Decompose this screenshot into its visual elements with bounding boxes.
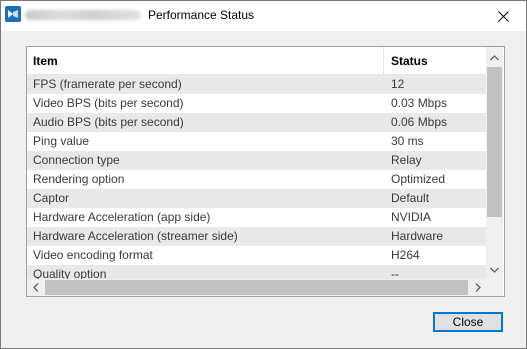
chevron-down-icon xyxy=(490,267,499,273)
row-status: Relay xyxy=(391,153,422,167)
column-header-item[interactable]: Item xyxy=(33,47,58,74)
close-button[interactable]: Close xyxy=(433,312,503,332)
row-item: Audio BPS (bits per second) xyxy=(33,115,184,129)
horizontal-scrollbar[interactable] xyxy=(27,279,486,296)
performance-status-dialog: Performance Status Item Status FPS (fram… xyxy=(0,0,527,349)
table-row[interactable]: Captor Default xyxy=(27,189,486,208)
row-status: Optimized xyxy=(391,172,446,186)
list-rows: FPS (framerate per second) 12 Video BPS (… xyxy=(27,75,486,279)
app-logo-icon xyxy=(5,6,21,22)
row-status: Default xyxy=(391,191,430,205)
scroll-down-button[interactable] xyxy=(486,261,503,278)
row-status: 0.06 Mbps xyxy=(391,115,448,129)
horizontal-scroll-thumb[interactable] xyxy=(45,280,468,295)
row-status: NVIDIA xyxy=(391,210,432,224)
table-row[interactable]: Hardware Acceleration (streamer side) Har… xyxy=(27,227,486,246)
vertical-scrollbar[interactable] xyxy=(486,47,503,279)
scroll-right-button[interactable] xyxy=(469,279,486,296)
window-close-button[interactable] xyxy=(481,1,526,31)
chevron-right-icon xyxy=(475,283,481,292)
scrollbar-corner xyxy=(486,279,503,296)
table-row[interactable]: Video encoding format H264 xyxy=(27,246,486,265)
row-status: -- xyxy=(391,267,399,279)
table-row[interactable]: Video BPS (bits per second) 0.03 Mbps xyxy=(27,94,486,113)
table-row[interactable]: Rendering option Optimized xyxy=(27,170,486,189)
row-item: FPS (framerate per second) xyxy=(33,77,182,91)
table-row[interactable]: FPS (framerate per second) 12 xyxy=(27,75,486,94)
row-status: 0.03 Mbps xyxy=(391,96,448,110)
row-item: Video encoding format xyxy=(33,248,153,262)
row-item: Captor xyxy=(33,191,70,205)
table-row[interactable]: Ping value 30 ms xyxy=(27,132,486,151)
table-row[interactable]: Quality option -- xyxy=(27,265,486,279)
list-header: Item Status xyxy=(27,47,486,75)
column-header-status[interactable]: Status xyxy=(391,47,428,74)
scroll-left-button[interactable] xyxy=(27,279,44,296)
chevron-up-icon xyxy=(490,54,499,60)
row-item: Ping value xyxy=(33,134,90,148)
row-status: 30 ms xyxy=(391,134,424,148)
chevron-left-icon xyxy=(32,283,38,292)
row-item: Video BPS (bits per second) xyxy=(33,96,184,110)
row-status: H264 xyxy=(391,248,420,262)
row-status: Hardware xyxy=(391,229,444,243)
row-item: Connection type xyxy=(33,153,120,167)
scroll-up-button[interactable] xyxy=(486,49,503,66)
column-divider[interactable] xyxy=(383,47,384,74)
vertical-scroll-thumb[interactable] xyxy=(487,67,502,217)
row-status: 12 xyxy=(391,77,405,91)
close-icon xyxy=(498,10,509,22)
table-row[interactable]: Audio BPS (bits per second) 0.06 Mbps xyxy=(27,113,486,132)
title-bar[interactable]: Performance Status xyxy=(1,1,526,31)
table-row[interactable]: Connection type Relay xyxy=(27,151,486,170)
table-row[interactable]: Hardware Acceleration (app side) NVIDIA xyxy=(27,208,486,227)
row-item: Rendering option xyxy=(33,172,125,186)
row-item: Hardware Acceleration (streamer side) xyxy=(33,229,238,243)
performance-list[interactable]: Item Status FPS (framerate per second) 12… xyxy=(26,46,505,297)
row-item: Quality option xyxy=(33,267,107,279)
blurred-app-name xyxy=(25,10,141,20)
window-title: Performance Status xyxy=(148,8,255,22)
row-item: Hardware Acceleration (app side) xyxy=(33,210,211,224)
